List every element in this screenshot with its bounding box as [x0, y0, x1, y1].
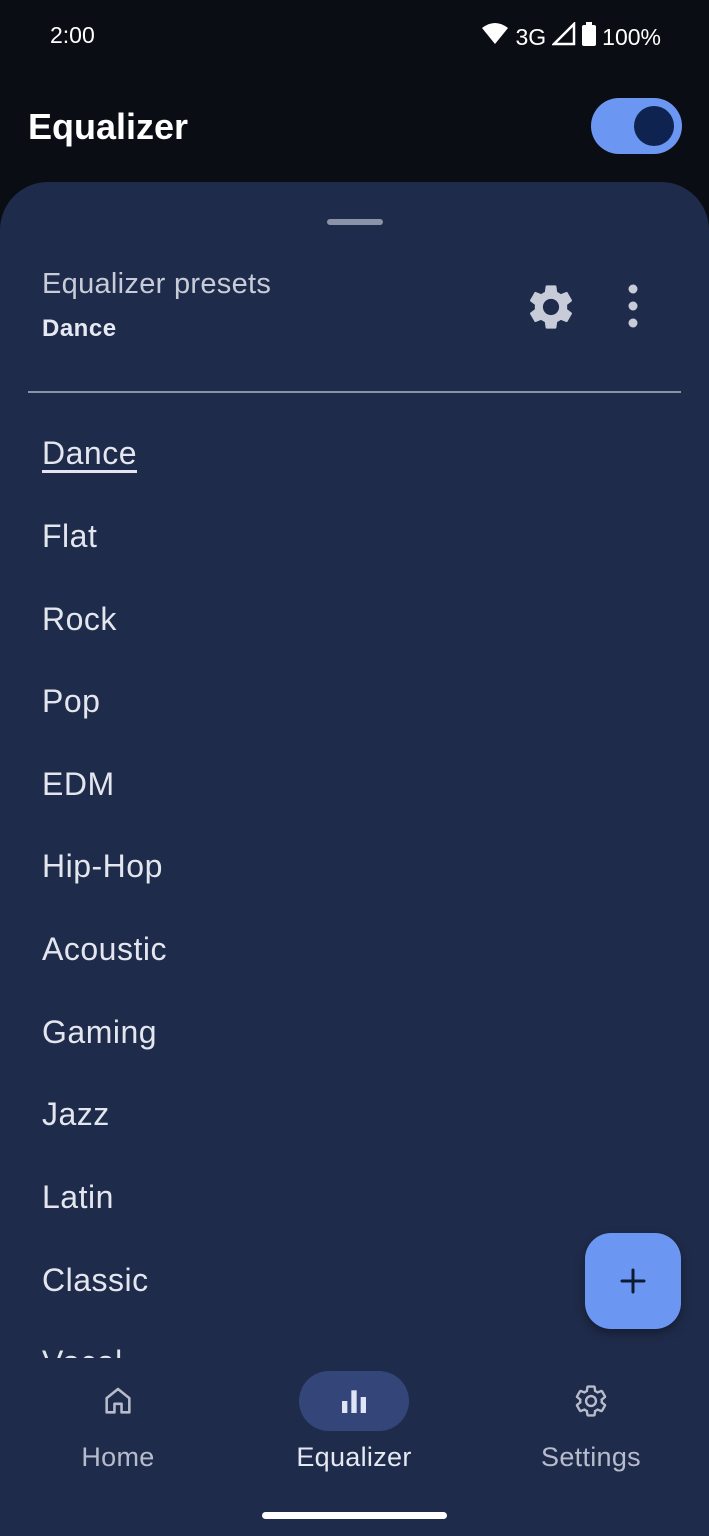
- preset-item-gaming[interactable]: Gaming: [42, 991, 157, 1073]
- divider: [28, 391, 681, 393]
- battery-percent: 100%: [602, 23, 661, 50]
- preset-item-vocal[interactable]: Vocal: [42, 1321, 123, 1358]
- preset-item-edm[interactable]: EDM: [42, 743, 115, 825]
- nav-pill-settings: [536, 1371, 646, 1431]
- selected-preset-value: Dance: [42, 315, 117, 342]
- preset-item-dance[interactable]: Dance: [42, 412, 137, 494]
- equalizer-icon: [342, 1390, 366, 1413]
- home-icon: [105, 1387, 131, 1414]
- preset-item-hip-hop[interactable]: Hip-Hop: [42, 825, 163, 907]
- more-options-button[interactable]: [614, 282, 652, 332]
- nav-pill-equalizer: [299, 1371, 409, 1431]
- preset-item-flat[interactable]: Flat: [42, 495, 97, 577]
- nav-item-home[interactable]: Home: [0, 1358, 236, 1498]
- network-type: 3G: [515, 23, 547, 50]
- switch-thumb: [634, 106, 674, 146]
- presets-header-label: Equalizer presets: [42, 268, 272, 300]
- plus-icon: [620, 1268, 646, 1294]
- preset-item-acoustic[interactable]: Acoustic: [42, 908, 167, 990]
- page-title: Equalizer: [28, 106, 189, 147]
- nav-item-settings[interactable]: Settings: [473, 1358, 709, 1498]
- add-preset-button[interactable]: [585, 1233, 681, 1329]
- gear-icon: [529, 285, 573, 329]
- equalizer-toggle-switch[interactable]: [591, 98, 682, 154]
- status-bar: 2:00 3G 100%: [0, 0, 709, 72]
- preset-item-rock[interactable]: Rock: [42, 578, 117, 660]
- preset-settings-button[interactable]: [524, 280, 578, 334]
- wifi-icon: [481, 22, 509, 52]
- nav-item-equalizer[interactable]: Equalizer: [236, 1358, 472, 1498]
- cell-signal-icon: [551, 20, 576, 52]
- nav-label-home: Home: [81, 1442, 155, 1472]
- more-vert-icon: [628, 284, 638, 328]
- preset-item-jazz[interactable]: Jazz: [42, 1073, 110, 1155]
- nav-label-equalizer: Equalizer: [296, 1442, 412, 1472]
- presets-bottom-sheet: Equalizer presets Dance Dance Flat Rock …: [0, 182, 709, 1536]
- nav-label-settings: Settings: [541, 1442, 641, 1472]
- drag-handle[interactable]: [327, 219, 383, 225]
- preset-list: Dance Flat Rock Pop EDM Hip-Hop Acoustic…: [0, 410, 709, 1358]
- presets-header: Equalizer presets Dance: [42, 268, 271, 343]
- status-icons: 3G 100%: [481, 20, 661, 52]
- battery-icon: [582, 22, 597, 52]
- bottom-navigation: Home Equalizer Settings: [0, 1358, 709, 1536]
- status-time: 2:00: [50, 22, 95, 48]
- preset-item-pop[interactable]: Pop: [42, 660, 100, 742]
- preset-item-classic[interactable]: Classic: [42, 1239, 149, 1321]
- gesture-navigation-bar[interactable]: [262, 1512, 447, 1519]
- preset-item-latin[interactable]: Latin: [42, 1156, 114, 1238]
- gear-icon: [575, 1385, 607, 1417]
- nav-pill-home: [63, 1371, 173, 1431]
